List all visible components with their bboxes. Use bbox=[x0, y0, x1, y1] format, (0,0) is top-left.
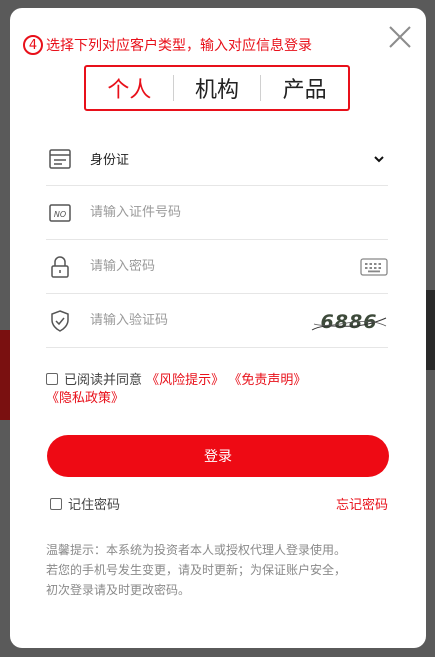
captcha-image[interactable]: 6886 bbox=[310, 306, 388, 336]
agreement-prefix: 已阅读并同意 bbox=[64, 373, 143, 388]
captcha-row: 6886 bbox=[46, 294, 388, 348]
id-card-icon bbox=[48, 147, 72, 171]
background-panel-right bbox=[425, 290, 435, 370]
id-number-input[interactable] bbox=[90, 205, 388, 220]
tips-line: 初次登录请及时更改密码。 bbox=[46, 583, 191, 597]
keyboard-icon[interactable] bbox=[360, 257, 388, 277]
disclaimer-link[interactable]: 《免责声明》 bbox=[228, 373, 306, 388]
agreement-text: 已阅读并同意 《风险提示》 《免责声明》 《隐私政策》 bbox=[46, 372, 386, 408]
tips-line: 若您的手机号发生变更，请及时更新；为保证账户安全， bbox=[46, 563, 347, 577]
login-button[interactable]: 登录 bbox=[47, 435, 389, 477]
agreement-checkbox[interactable] bbox=[46, 373, 58, 385]
lock-icon bbox=[48, 255, 72, 279]
tips-text: 温馨提示：本系统为投资者本人或授权代理人登录使用。 若您的手机号发生变更，请及时… bbox=[46, 540, 392, 600]
captcha-code: 6886 bbox=[321, 311, 378, 333]
id-type-select[interactable]: 身份证 bbox=[46, 132, 388, 186]
tab-product[interactable]: 产品 bbox=[261, 72, 348, 104]
id-number-row: NO bbox=[46, 186, 388, 240]
privacy-policy-link[interactable]: 《隐私政策》 bbox=[46, 391, 124, 406]
password-input[interactable] bbox=[90, 259, 360, 274]
id-type-value: 身份证 bbox=[90, 153, 130, 168]
tab-individual[interactable]: 个人 bbox=[86, 72, 173, 104]
customer-type-tabs: 个人 机构 产品 bbox=[84, 65, 350, 111]
svg-text:NO: NO bbox=[54, 210, 66, 219]
tab-institution[interactable]: 机构 bbox=[174, 72, 261, 104]
chevron-down-icon[interactable] bbox=[372, 152, 386, 166]
remember-label: 记住密码 bbox=[68, 498, 121, 513]
login-dialog: 4 选择下列对应客户类型，输入对应信息登录 个人 机构 产品 身份证 NO 请输… bbox=[10, 8, 426, 648]
risk-notice-link[interactable]: 《风险提示》 bbox=[146, 373, 224, 388]
instruction-text: 4 选择下列对应客户类型，输入对应信息登录 bbox=[23, 33, 312, 57]
close-icon[interactable] bbox=[387, 24, 413, 50]
forgot-password-link[interactable]: 忘记密码 bbox=[336, 494, 388, 513]
tips-line: 温馨提示：本系统为投资者本人或授权代理人登录使用。 bbox=[46, 543, 347, 557]
password-row bbox=[46, 240, 388, 294]
id-number-icon: NO bbox=[48, 201, 72, 225]
instruction-label: 选择下列对应客户类型，输入对应信息登录 bbox=[46, 38, 312, 54]
remember-password: 记住密码 bbox=[50, 494, 120, 513]
step-number-badge: 4 bbox=[23, 35, 43, 55]
captcha-input[interactable] bbox=[90, 313, 310, 328]
remember-checkbox[interactable] bbox=[50, 498, 62, 510]
shield-icon bbox=[48, 309, 72, 333]
